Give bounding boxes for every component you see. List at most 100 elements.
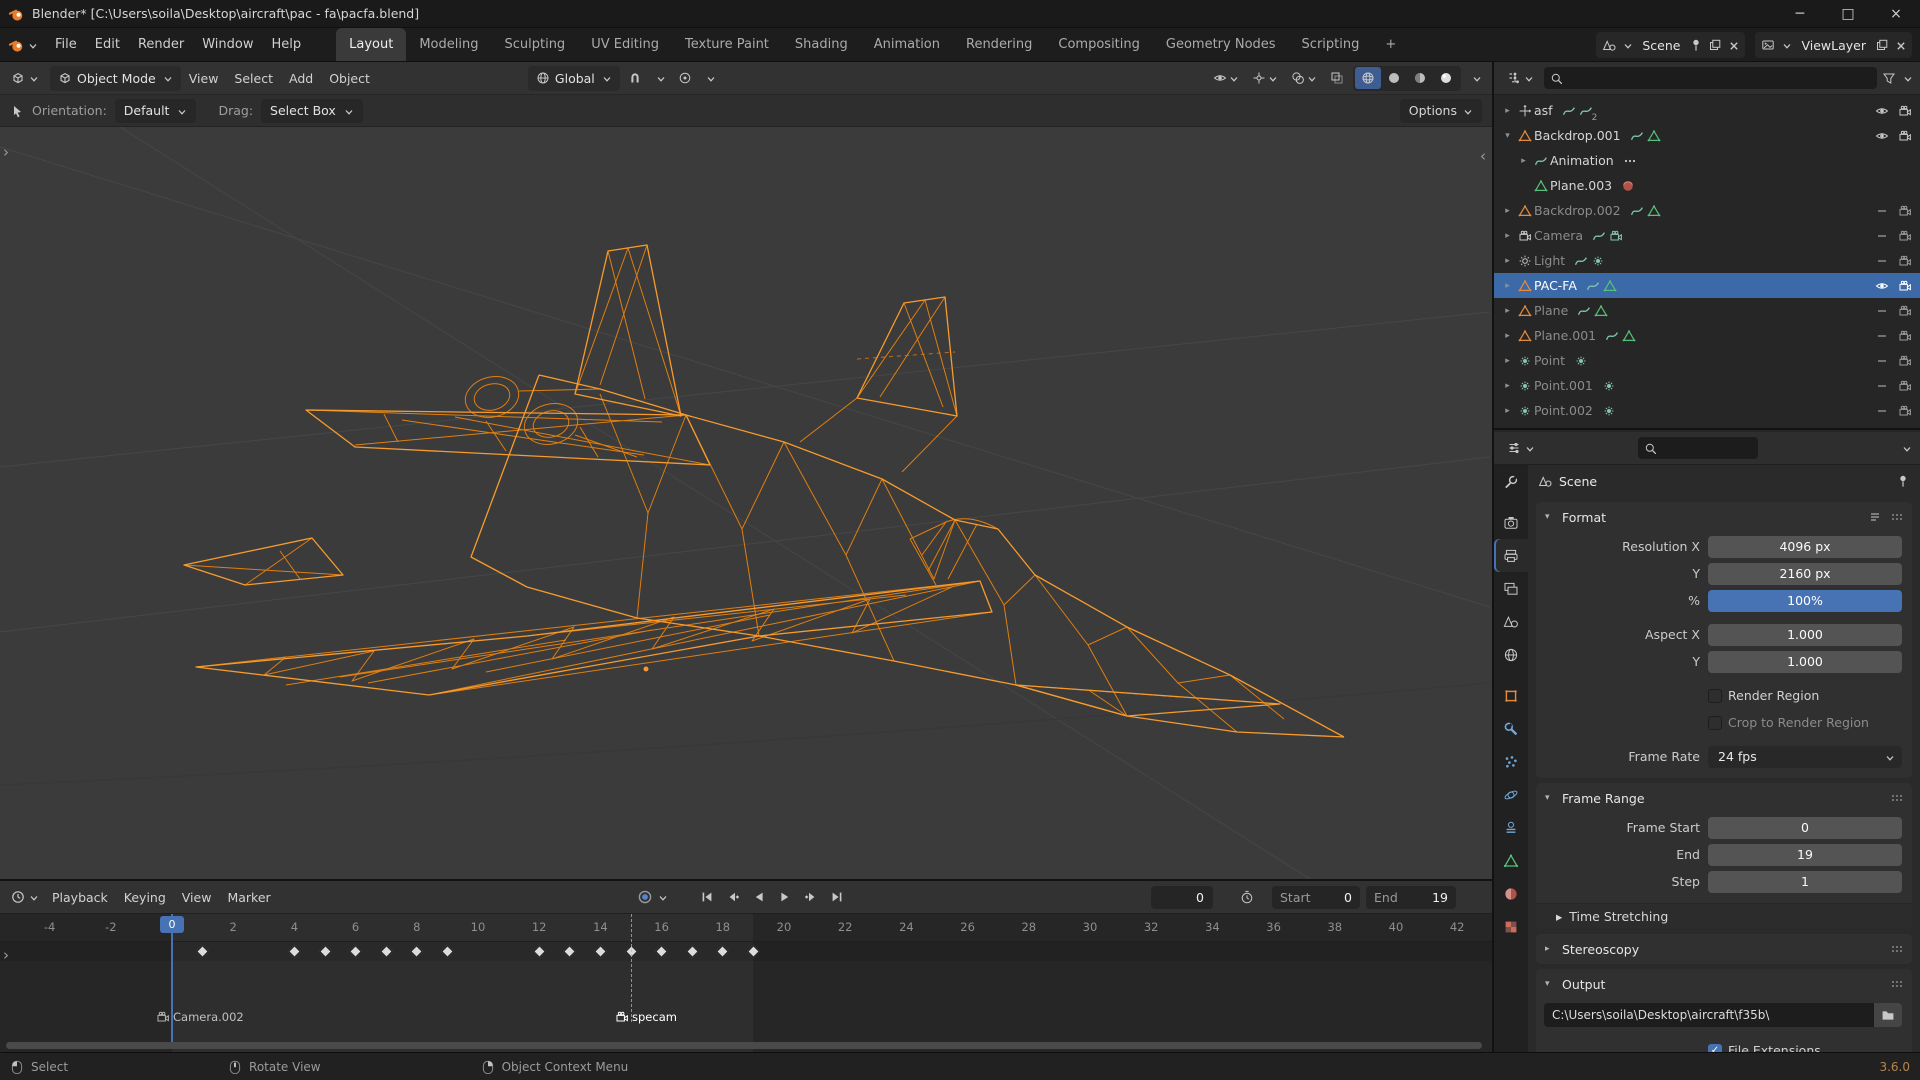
time-stretching-subpanel[interactable]: ▸ Time Stretching	[1536, 903, 1912, 929]
gizmos-dropdown[interactable]	[1248, 66, 1282, 91]
expand-arrow[interactable]: ▸	[1500, 231, 1515, 241]
menu-playback[interactable]: Playback	[44, 885, 116, 910]
menu-add[interactable]: Add	[281, 66, 321, 91]
show-hide-dropdown[interactable]	[1209, 66, 1243, 91]
properties-search-input[interactable]	[1638, 437, 1758, 459]
browse-folder-button[interactable]	[1874, 1003, 1902, 1027]
ruler-frame-number[interactable]: 2	[230, 920, 237, 934]
properties-tab-tool[interactable]	[1494, 465, 1528, 498]
workspace-tab-scripting[interactable]: Scripting	[1289, 28, 1373, 61]
snap-toggle[interactable]	[624, 66, 646, 91]
shading-wireframe-button[interactable]	[1355, 67, 1381, 89]
next-keyframe-button[interactable]	[799, 886, 822, 909]
field-format-y[interactable]: 2160 px	[1708, 562, 1902, 585]
expand-arrow[interactable]: ▸	[1500, 256, 1515, 266]
remove-viewlayer-icon[interactable]	[1894, 39, 1906, 51]
editor-type-button[interactable]	[6, 71, 44, 85]
hide-in-viewport-toggle[interactable]	[1870, 104, 1893, 118]
app-menu-button[interactable]	[0, 37, 46, 53]
ruler-frame-number[interactable]: -2	[105, 920, 116, 934]
hide-in-viewport-toggle[interactable]	[1870, 254, 1893, 268]
ruler-frame-number[interactable]: 42	[1450, 920, 1465, 934]
frame-range-panel-header[interactable]: ▾ Frame Range	[1536, 783, 1912, 813]
chevron-down-icon[interactable]	[1900, 442, 1912, 454]
expand-arrow[interactable]: ▸	[1500, 106, 1515, 116]
ruler-frame-number[interactable]: 40	[1389, 920, 1404, 934]
hide-in-viewport-toggle[interactable]	[1870, 329, 1893, 343]
properties-tab-data[interactable]	[1494, 844, 1528, 877]
workspace-tab-texture-paint[interactable]: Texture Paint	[672, 28, 782, 61]
menu-render[interactable]: Render	[129, 32, 193, 58]
shading-dropdown[interactable]	[1466, 66, 1486, 91]
dropdown-format-frame-rate[interactable]: 24 fps	[1708, 745, 1902, 768]
expand-arrow[interactable]: ▸	[1500, 356, 1515, 366]
play-button[interactable]	[773, 886, 796, 909]
sidebar-toggle-arrow[interactable]: ‹	[1480, 147, 1486, 165]
menu-object[interactable]: Object	[321, 66, 378, 91]
expand-arrow[interactable]: ▸	[1516, 156, 1531, 166]
ruler-frame-number[interactable]: 6	[352, 920, 359, 934]
pin-icon[interactable]	[1689, 38, 1703, 52]
disable-in-renders-toggle[interactable]	[1893, 204, 1916, 218]
wireframe-aircraft[interactable]	[0, 127, 1491, 879]
unlink-icon[interactable]	[1727, 39, 1739, 51]
output-panel-header[interactable]: ▾ Output	[1536, 969, 1912, 999]
shading-material-button[interactable]	[1407, 67, 1433, 89]
xray-toggle[interactable]	[1326, 66, 1348, 91]
outliner-row-camera[interactable]: ▸ Camera	[1494, 223, 1920, 248]
expand-arrow[interactable]: ▾	[1500, 131, 1515, 141]
ruler-frame-number[interactable]: 16	[654, 920, 669, 934]
hide-in-viewport-toggle[interactable]	[1870, 229, 1893, 243]
ruler-frame-number[interactable]: 18	[715, 920, 730, 934]
field-format-resolution-x[interactable]: 4096 px	[1708, 535, 1902, 558]
outliner-row-backdrop-001[interactable]: ▾ Backdrop.001	[1494, 123, 1920, 148]
proportional-editing-toggle[interactable]	[674, 66, 696, 91]
disable-in-renders-toggle[interactable]	[1893, 304, 1916, 318]
workspace-tab-rendering[interactable]: Rendering	[953, 28, 1045, 61]
workspace-tab-uv-editing[interactable]: UV Editing	[578, 28, 672, 61]
field-format-y[interactable]: 1.000	[1708, 650, 1902, 673]
outliner-row-backdrop-002[interactable]: ▸ Backdrop.002	[1494, 198, 1920, 223]
play-reverse-button[interactable]	[747, 886, 770, 909]
field-format-aspect-x[interactable]: 1.000	[1708, 623, 1902, 646]
properties-tab-output[interactable]	[1494, 539, 1528, 572]
hide-in-viewport-toggle[interactable]	[1870, 379, 1893, 393]
disable-in-renders-toggle[interactable]	[1893, 279, 1916, 293]
properties-tab-viewlayer[interactable]	[1494, 572, 1528, 605]
chevron-down-icon[interactable]	[1901, 72, 1913, 84]
hide-in-viewport-toggle[interactable]	[1870, 404, 1893, 418]
outliner-row-point-002[interactable]: ▸ Point.002	[1494, 398, 1920, 423]
properties-tab-modifiers[interactable]	[1494, 712, 1528, 745]
transform-orientation-dropdown[interactable]: Global	[527, 65, 620, 91]
outliner-row-plane[interactable]: ▸ Plane	[1494, 298, 1920, 323]
expand-arrow[interactable]: ▸	[1500, 306, 1515, 316]
ruler-frame-number[interactable]: 8	[413, 920, 420, 934]
disable-in-renders-toggle[interactable]	[1893, 354, 1916, 368]
disable-in-renders-toggle[interactable]	[1893, 379, 1916, 393]
outliner-editor-type-button[interactable]	[1501, 71, 1539, 85]
workspace-tab-sculpting[interactable]: Sculpting	[491, 28, 578, 61]
properties-tab-object[interactable]	[1494, 679, 1528, 712]
add-workspace-button[interactable]: +	[1372, 28, 1409, 61]
ruler-frame-number[interactable]: 10	[471, 920, 486, 934]
disable-in-renders-toggle[interactable]	[1893, 229, 1916, 243]
ruler-frame-number[interactable]: 38	[1327, 920, 1342, 934]
format-panel-header[interactable]: ▾ Format	[1536, 502, 1912, 532]
ruler-frame-number[interactable]: 24	[899, 920, 914, 934]
ruler-frame-number[interactable]: 36	[1266, 920, 1281, 934]
options-dropdown[interactable]: Options	[1399, 98, 1482, 123]
scene-selector[interactable]: Scene	[1596, 32, 1746, 58]
workspace-tab-shading[interactable]: Shading	[782, 28, 861, 61]
menu-view-timeline[interactable]: View	[174, 885, 220, 910]
shading-solid-button[interactable]	[1381, 67, 1407, 89]
properties-tab-constraints[interactable]	[1494, 811, 1528, 844]
new-viewlayer-icon[interactable]	[1875, 38, 1889, 52]
properties-tab-particles[interactable]	[1494, 745, 1528, 778]
outliner-row-plane-003[interactable]: Plane.003	[1494, 173, 1920, 198]
ruler-frame-number[interactable]: 26	[960, 920, 975, 934]
field-frame-range-end[interactable]: 19	[1708, 843, 1902, 866]
minimize-button[interactable]: ─	[1776, 0, 1824, 27]
expand-arrow[interactable]: ▸	[1500, 331, 1515, 341]
close-button[interactable]: ×	[1872, 0, 1920, 27]
jump-to-start-button[interactable]	[695, 886, 718, 909]
